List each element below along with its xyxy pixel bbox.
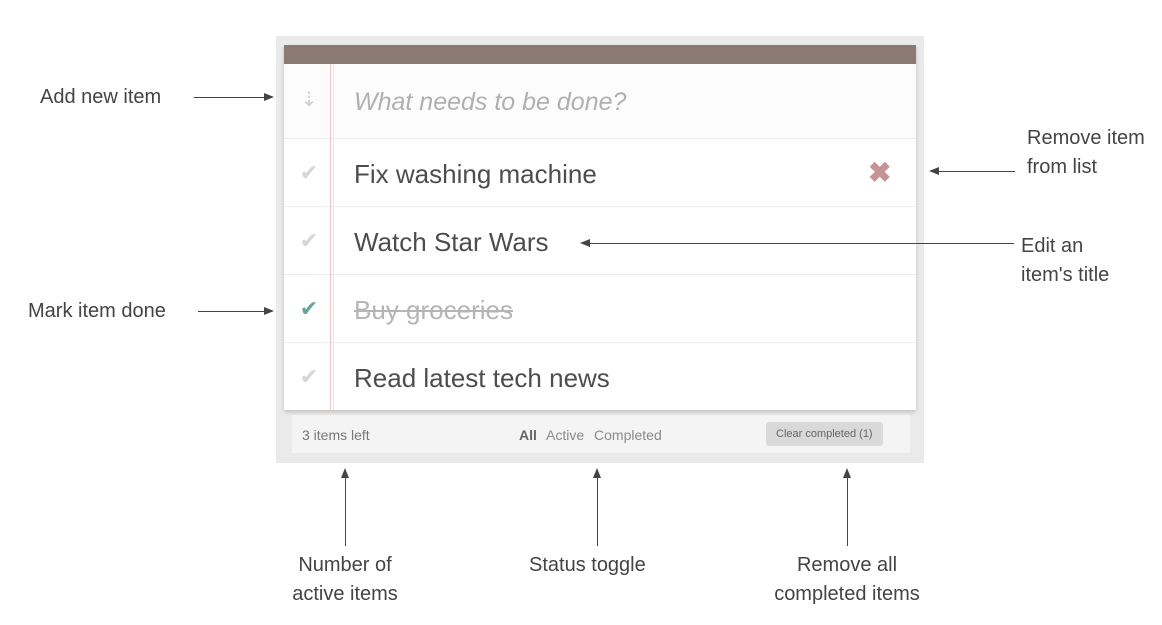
annotation-remove-item: Remove item from list [1027, 124, 1145, 182]
annotation-line: Edit an [1021, 235, 1084, 257]
arrow-line [345, 478, 346, 546]
annotation-line: active items [292, 583, 398, 605]
check-icon[interactable]: ✔ [297, 161, 321, 185]
annotation-add-new-item: Add new item [40, 86, 162, 108]
arrow-line [847, 478, 848, 546]
filter-all[interactable]: All [519, 427, 537, 443]
arrow-line [590, 243, 1014, 244]
app-header-bar [284, 45, 916, 64]
filter-active[interactable]: Active [546, 427, 584, 443]
items-left-count: 3 items left [302, 427, 370, 443]
annotation-status-toggle: Status toggle [529, 554, 646, 576]
check-icon[interactable]: ✔ [297, 365, 321, 389]
todo-item: ✔ Watch Star Wars [284, 207, 916, 275]
arrow-line [597, 478, 598, 546]
new-todo-input[interactable] [354, 86, 874, 118]
new-todo-row: ⇣ [284, 64, 916, 139]
annotation-line: Remove item [1027, 127, 1145, 149]
todo-item: ✔ Read latest tech news [284, 343, 916, 411]
arrow-line [194, 97, 264, 98]
arrow-head [929, 167, 939, 175]
annotation-line: item's title [1021, 264, 1110, 286]
todo-item: ✔ Fix washing machine ✖ [284, 139, 916, 207]
todo-item-title[interactable]: Read latest tech news [354, 363, 610, 393]
annotation-line: Remove all [796, 554, 898, 576]
check-icon[interactable]: ✔ [297, 297, 321, 321]
destroy-icon[interactable]: ✖ [868, 159, 891, 187]
clear-completed-button[interactable]: Clear completed (1) [766, 422, 883, 446]
annotation-line: Number of [298, 554, 392, 576]
status-filters: All Active Completed [519, 427, 668, 443]
annotation-edit-title: Edit an item's title [1021, 232, 1109, 290]
todo-footer: 3 items left All Active Completed Clear … [292, 414, 910, 453]
annotation-line: from list [1027, 156, 1097, 178]
filter-completed[interactable]: Completed [594, 427, 662, 443]
annotation-remove-all: Remove all completed items [762, 551, 932, 609]
arrow-line [198, 311, 264, 312]
annotation-line: completed items [774, 583, 920, 605]
todo-app: ⇣ ✔ Fix washing machine ✖ ✔ Watch Star W… [284, 45, 916, 410]
arrow-head [264, 307, 274, 315]
arrow-line [939, 171, 1015, 172]
toggle-all-icon[interactable]: ⇣ [297, 88, 321, 112]
annotation-mark-item-done: Mark item done [28, 300, 166, 322]
margin-line [330, 64, 331, 410]
arrow-head [580, 239, 590, 247]
arrow-head [264, 93, 274, 101]
todo-item-title[interactable]: Fix washing machine [354, 159, 597, 189]
check-icon[interactable]: ✔ [297, 229, 321, 253]
margin-line [333, 64, 334, 410]
todo-item-completed: ✔ Buy groceries [284, 275, 916, 343]
todo-item-title[interactable]: Buy groceries [354, 295, 513, 325]
arrow-head [843, 468, 851, 478]
annotation-number-active: Number of active items [284, 551, 406, 609]
todo-item-title[interactable]: Watch Star Wars [354, 227, 549, 257]
arrow-head [341, 468, 349, 478]
arrow-head [593, 468, 601, 478]
